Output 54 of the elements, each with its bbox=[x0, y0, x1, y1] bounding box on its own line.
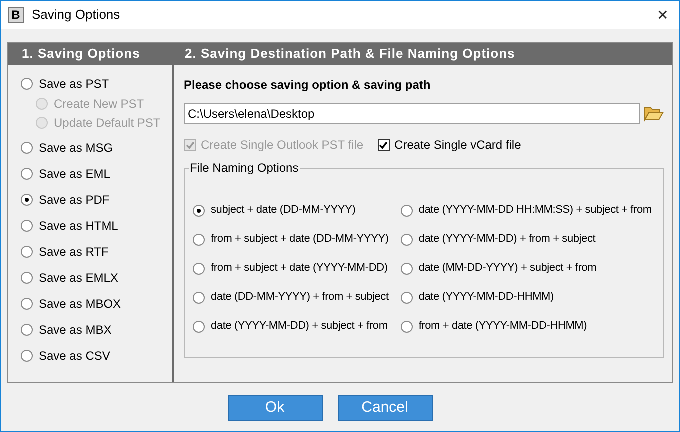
option-label: date (DD-MM-YYYY) + from + subject bbox=[211, 290, 389, 306]
option-label: from + date (YYYY-MM-DD-HHMM) bbox=[418, 319, 588, 334]
option-label: Save as PST bbox=[39, 76, 110, 93]
option-label: Save as RTF bbox=[39, 244, 109, 261]
checkbox-label: Create Single vCard file bbox=[394, 137, 522, 154]
option-label: Update Default PST bbox=[54, 114, 161, 132]
group-legend: File Naming Options bbox=[189, 161, 300, 175]
prompt-text: Please choose saving option & saving path bbox=[184, 77, 432, 94]
panel-header: 2. Saving Destination Path & File Naming Options bbox=[174, 43, 672, 65]
option-label: Save as EML bbox=[39, 166, 110, 183]
radio-button[interactable] bbox=[21, 298, 33, 310]
radio-button[interactable] bbox=[400, 204, 413, 216]
option-label: date (YYYY-MM-DD) + subject + from bbox=[211, 319, 388, 334]
radio-button[interactable] bbox=[193, 234, 205, 246]
radio-button[interactable] bbox=[400, 320, 413, 332]
radio-button[interactable] bbox=[21, 142, 33, 154]
radio-button[interactable] bbox=[400, 262, 413, 274]
path-field[interactable]: C:\Users\elena\Desktop bbox=[184, 103, 640, 124]
close-button[interactable]: ✕ bbox=[653, 4, 673, 26]
window-title: Saving Options bbox=[32, 6, 120, 24]
panel-header: 1. Saving Options bbox=[8, 43, 174, 65]
radio-button[interactable] bbox=[21, 194, 33, 206]
option-label: Save as EMLX bbox=[39, 270, 118, 287]
radio-button[interactable] bbox=[21, 220, 33, 232]
app-icon: B bbox=[8, 7, 24, 23]
option-label: Save as PDF bbox=[39, 192, 110, 209]
radio-button[interactable] bbox=[400, 234, 413, 246]
option-label: date (MM-DD-YYYY) + subject + from bbox=[418, 261, 597, 276]
option-label: subject + date (DD-MM-YYYY) bbox=[211, 203, 356, 218]
radio-button[interactable] bbox=[21, 78, 33, 90]
option-label: Save as MBOX bbox=[39, 296, 122, 313]
folder-icon[interactable] bbox=[644, 106, 664, 122]
radio-button[interactable] bbox=[21, 168, 33, 180]
option-label: from + subject + date (DD-MM-YYYY) bbox=[211, 232, 389, 248]
radio-button[interactable] bbox=[21, 272, 33, 284]
option-label: date (YYYY-MM-DD HH:MM:SS) + subject + from bbox=[418, 203, 652, 218]
option-label: date (YYYY-MM-DD-HHMM) bbox=[418, 290, 554, 306]
radio-button[interactable] bbox=[193, 204, 205, 216]
option-label: Save as MBX bbox=[39, 322, 112, 339]
radio-button[interactable] bbox=[400, 292, 413, 304]
option-label: Save as MSG bbox=[39, 140, 114, 157]
radio-button[interactable] bbox=[193, 320, 205, 332]
checkbox[interactable] bbox=[378, 139, 390, 151]
option-label: Create New PST bbox=[54, 96, 144, 112]
option-label: from + subject + date (YYYY-MM-DD) bbox=[211, 261, 388, 276]
radio-button[interactable] bbox=[21, 350, 33, 362]
radio-button[interactable] bbox=[193, 292, 205, 304]
option-label: Save as HTML bbox=[39, 218, 118, 235]
option-label: Save as CSV bbox=[39, 348, 110, 365]
radio-button[interactable] bbox=[21, 324, 33, 336]
checkbox-label: Create Single Outlook PST file bbox=[201, 137, 364, 154]
radio-button[interactable] bbox=[193, 262, 205, 274]
option-label: date (YYYY-MM-DD) + from + subject bbox=[418, 232, 596, 248]
radio-button[interactable] bbox=[21, 246, 33, 258]
